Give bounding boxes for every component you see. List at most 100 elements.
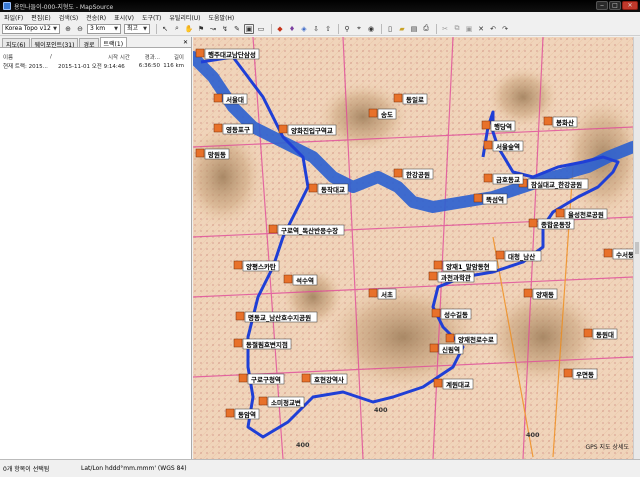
zoom-out-icon[interactable]: ⊖ — [75, 24, 85, 34]
tab-tracks[interactable]: 트랙(1) — [99, 37, 128, 48]
poi-label[interactable]: 잠실대교_한강공원 — [518, 178, 589, 190]
chevron-down-icon: ▼ — [114, 25, 118, 32]
eraser-tool-icon[interactable]: ✎ — [232, 24, 242, 34]
measure-tool-icon[interactable]: ▭ — [256, 24, 266, 34]
poi-label-text: 400 — [296, 441, 310, 449]
column-start-time[interactable]: 시작 시간 — [58, 53, 134, 61]
scrollbar-thumb[interactable] — [635, 242, 639, 254]
open-file-icon[interactable]: ▰ — [397, 24, 407, 34]
tab-maps[interactable]: 지도(6) — [2, 38, 30, 49]
menu-file[interactable]: 파일(F) — [0, 13, 27, 22]
menu-view[interactable]: 표시(V) — [110, 13, 138, 22]
column-name[interactable]: 이름 — [3, 53, 50, 61]
waypoint-flag-icon — [523, 288, 533, 298]
send-to-device-icon[interactable]: ⇧ — [323, 24, 333, 34]
poi-label[interactable]: 구로역_독산반응수장 — [268, 224, 345, 236]
map-product-select[interactable]: Korea Topo v12 ▼ — [2, 23, 60, 34]
toolbar-separator — [271, 23, 272, 34]
redo-icon[interactable]: ↷ — [500, 24, 510, 34]
maximize-button[interactable]: □ — [609, 1, 621, 10]
cut-icon[interactable]: ✂ — [440, 24, 450, 34]
route-tool-icon[interactable]: ↝ — [208, 24, 218, 34]
poi-label-text: 신림역 — [442, 345, 460, 354]
close-button[interactable]: ✕ — [622, 1, 638, 10]
minimize-button[interactable]: ‒ — [596, 1, 608, 10]
waypoint-flag-icon — [483, 173, 493, 183]
route-list-icon[interactable]: ◈ — [299, 24, 309, 34]
find-icon[interactable]: ⚲ — [342, 24, 352, 34]
copy-icon[interactable]: ⧉ — [452, 24, 462, 34]
poi-label-text: 영등포구 — [226, 125, 250, 134]
receive-from-device-icon[interactable]: ⇩ — [311, 24, 321, 34]
selection-tool-icon[interactable]: ▣ — [244, 23, 254, 34]
menu-help[interactable]: 도움말(H) — [205, 13, 239, 22]
map-vertical-scrollbar[interactable] — [633, 37, 640, 459]
track-start-time: 2015-11-01 오전 9:14:46 — [58, 63, 125, 70]
table-row[interactable]: 현재 트랙: 2015... 2015-11-01 오전 9:14:46 6:3… — [0, 61, 191, 70]
poi-label[interactable]: 400 — [296, 441, 310, 449]
waypoint-flag-icon — [368, 108, 378, 118]
poi-label-text: 뚝섬역 — [486, 195, 504, 204]
poi-label-text: 한강공원 — [406, 170, 430, 179]
poi-label[interactable]: 400 — [526, 431, 540, 439]
poi-label[interactable]: 명동교_남산호수지공원 — [235, 311, 318, 323]
poi-label[interactable]: 양재1_말암동현 — [433, 260, 498, 272]
menu-tools[interactable]: 도구(T) — [138, 13, 165, 22]
poi-label-text: 금호동교 — [496, 175, 520, 184]
toolbar-separator — [381, 23, 382, 34]
map-view[interactable]: 행주대교남단삼성 양화진입구역교 영등포구 구로역_독산반응수장 석수역 양평스카탄 명동교… — [193, 37, 633, 459]
poi-label-text: 봉화산 — [556, 118, 574, 127]
print-icon[interactable]: ⎙ — [421, 24, 431, 34]
delete-icon[interactable]: ✕ — [476, 24, 486, 34]
waypoint-flag-icon — [445, 333, 455, 343]
map-canvas[interactable]: 행주대교남단삼성양화진입구역교 영등포구구로역_독산반응수장석수역 양평스카탄명동교… — [193, 37, 633, 459]
waypoint-flag-icon — [213, 123, 223, 133]
poi-label[interactable]: 400 — [374, 406, 388, 414]
tab-routes[interactable]: 경로 — [79, 38, 99, 49]
waypoint-list-icon[interactable]: ♦ — [287, 24, 297, 34]
track-tool-icon[interactable]: ↯ — [220, 24, 230, 34]
status-bar: 0개 항목이 선택됨 Lat/Lon hddd°mm.mmm' (WGS 84) — [0, 459, 640, 477]
undo-icon[interactable]: ↶ — [488, 24, 498, 34]
scale-select[interactable]: 3 km ▼ — [87, 23, 121, 34]
toolbar-separator — [436, 23, 437, 34]
menu-edit[interactable]: 편집(E) — [27, 13, 55, 22]
zoom-tool-icon[interactable]: ⌕ — [172, 24, 182, 34]
column-length[interactable]: 길이 — [160, 53, 184, 61]
hand-tool-icon[interactable]: ✋ — [184, 24, 194, 34]
poi-label-text: 잠실대교_한강공원 — [531, 180, 582, 189]
poi-label[interactable]: 행주대교남단삼성 — [195, 48, 260, 60]
poi-label-text: 종합운동장 — [541, 220, 571, 229]
new-file-icon[interactable]: ▯ — [385, 24, 395, 34]
toolbar-separator — [156, 23, 157, 34]
zoom-in-icon[interactable]: ⊕ — [63, 24, 73, 34]
detail-value: 최고 — [127, 24, 139, 32]
poi-label-text: 구로역_독산반응수장 — [281, 226, 338, 235]
close-icon[interactable]: ✕ — [183, 39, 188, 46]
waypoint-flag-icon — [583, 328, 593, 338]
waypoint-flag-icon — [225, 408, 235, 418]
waypoint-flag-icon — [428, 271, 438, 281]
save-file-icon[interactable]: ▤ — [409, 24, 419, 34]
detail-select[interactable]: 최고 ▼ — [124, 23, 150, 34]
gps-icon[interactable]: ◉ — [366, 24, 376, 34]
poi-label-text: 성수길동 — [444, 310, 468, 319]
menu-search[interactable]: 검색(S) — [55, 13, 83, 22]
waypoint-flag-icon — [233, 260, 243, 270]
waypoint-tool-icon[interactable]: ⚑ — [196, 24, 206, 34]
pointer-tool-icon[interactable]: ↖ — [160, 24, 170, 34]
tab-waypoints[interactable]: 웨이포인트(31) — [30, 38, 79, 49]
map-tool-icon[interactable]: ◆ — [275, 24, 285, 34]
poi-label-text: 양재1_말암동현 — [446, 262, 490, 271]
map-product-value: Korea Topo v12 — [5, 24, 51, 32]
find-nearest-icon[interactable]: ⌖ — [354, 24, 364, 34]
menu-transfer[interactable]: 전송(R) — [82, 13, 110, 22]
poi-label-text: 서초 — [381, 290, 393, 299]
waypoint-flag-icon — [235, 311, 245, 321]
column-elapsed[interactable]: 경과... — [134, 53, 160, 61]
waypoint-flag-icon — [528, 218, 538, 228]
track-list-header: 이름 / 시작 시간 경과... 길이 — [0, 52, 191, 61]
poi-label-text: 400 — [374, 406, 388, 414]
menu-utilities[interactable]: 유틸리티(U) — [165, 13, 204, 22]
paste-icon[interactable]: ▣ — [464, 24, 474, 34]
